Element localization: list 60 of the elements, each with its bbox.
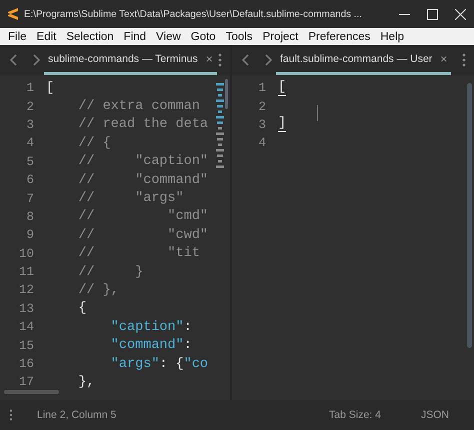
- code-comment: // extra comman: [77, 99, 200, 114]
- line-number: 7: [25, 192, 35, 206]
- menu-item[interactable]: Selection: [61, 30, 119, 42]
- line-number: 1: [257, 81, 267, 96]
- line-number: 2: [257, 100, 267, 114]
- close-tab-icon[interactable]: ×: [440, 52, 448, 66]
- code-comment: // read the deta: [77, 117, 208, 132]
- line-number: 8: [25, 210, 35, 224]
- line-number: 11: [18, 265, 35, 280]
- line-number: 16: [18, 357, 35, 372]
- line-number: 2: [25, 100, 35, 114]
- line-number: 6: [25, 173, 35, 188]
- code-text: },: [77, 374, 95, 390]
- line-number: 12: [18, 283, 35, 298]
- syntax-label[interactable]: JSON: [420, 409, 449, 421]
- cursor-position[interactable]: Line 2, Column 5: [37, 409, 330, 421]
- line-number: 13: [18, 302, 35, 316]
- menu-item[interactable]: Project: [258, 30, 304, 42]
- menu-item[interactable]: View: [151, 30, 186, 42]
- menu-item[interactable]: Goto: [186, 30, 221, 42]
- code-comment: // "command": [77, 172, 208, 188]
- close-tab-icon[interactable]: ×: [206, 52, 213, 66]
- code-text: "args": [110, 356, 160, 372]
- code-text: [: [278, 80, 286, 96]
- code-comment: // "tit: [77, 246, 200, 262]
- line-number: 3: [25, 118, 35, 132]
- code-text: "command": [110, 338, 184, 354]
- menu-item[interactable]: Preferences: [303, 30, 376, 42]
- line-number: 9: [25, 228, 35, 242]
- line-number: 14: [18, 320, 35, 334]
- code-text: "co: [184, 356, 208, 372]
- menu-item[interactable]: Help: [375, 30, 410, 42]
- code-comment: // "caption": [77, 154, 208, 170]
- menu-item[interactable]: Edit: [32, 30, 62, 42]
- code-comment: // {: [77, 136, 111, 151]
- code-comment: // "cmd": [77, 209, 208, 224]
- line-number: 15: [18, 338, 35, 353]
- code-text: {: [77, 301, 87, 316]
- window-title: E:\Programs\Sublime Text\Data\Packages\User\Default.sublime-commands ...: [24, 8, 363, 20]
- line-number: 4: [257, 136, 267, 150]
- code-text: : {: [159, 356, 184, 372]
- menu-item[interactable]: Find: [118, 30, 152, 42]
- line-number: 5: [25, 154, 35, 169]
- line-number: 17: [18, 375, 35, 390]
- code-text: "caption": [110, 320, 184, 335]
- line-number: 10: [18, 246, 35, 261]
- tab-size[interactable]: Tab Size: 4: [329, 409, 381, 421]
- menu-item[interactable]: File: [3, 30, 32, 42]
- code-comment: // },: [77, 282, 119, 298]
- code-comment: // "args": [77, 191, 184, 206]
- code-text: :: [184, 320, 192, 335]
- code-text: [: [46, 80, 54, 96]
- code-comment: // }: [77, 264, 144, 280]
- line-number: 4: [25, 136, 35, 150]
- line-number: 1: [25, 81, 35, 96]
- menu-item[interactable]: Tools: [220, 30, 258, 42]
- code-text: ]: [278, 117, 286, 132]
- code-text: :: [184, 338, 192, 354]
- line-number: 3: [257, 118, 267, 132]
- code-comment: // "cwd": [77, 228, 208, 243]
